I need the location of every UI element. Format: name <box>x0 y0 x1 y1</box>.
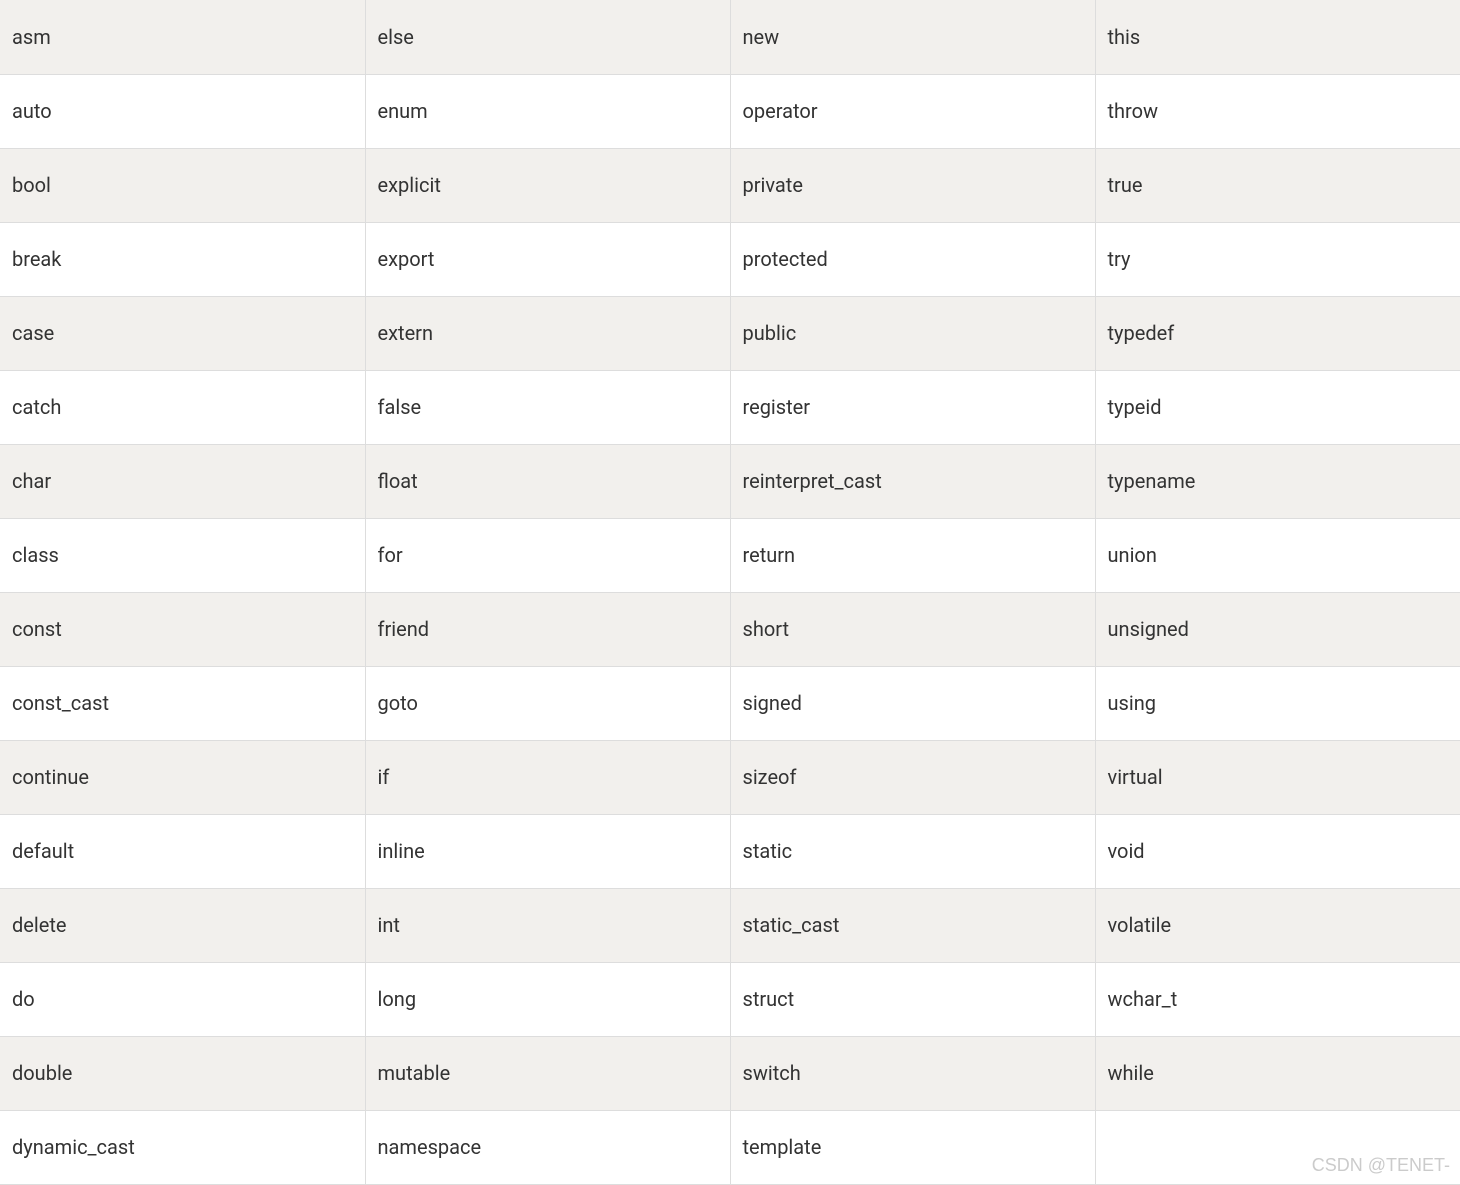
table-row: break export protected try <box>0 222 1460 296</box>
table-row: const_cast goto signed using <box>0 666 1460 740</box>
table-row: default inline static void <box>0 814 1460 888</box>
table-cell: for <box>365 518 730 592</box>
table-cell: static <box>730 814 1095 888</box>
table-cell: short <box>730 592 1095 666</box>
table-row: class for return union <box>0 518 1460 592</box>
table-cell: wchar_t <box>1095 962 1460 1036</box>
table-row: double mutable switch while <box>0 1036 1460 1110</box>
table-cell: int <box>365 888 730 962</box>
table-cell: long <box>365 962 730 1036</box>
table-cell: explicit <box>365 148 730 222</box>
table-cell: this <box>1095 0 1460 74</box>
table-row: do long struct wchar_t <box>0 962 1460 1036</box>
table-cell: while <box>1095 1036 1460 1110</box>
table-cell: volatile <box>1095 888 1460 962</box>
table-cell: bool <box>0 148 365 222</box>
table-cell: false <box>365 370 730 444</box>
table-cell: const <box>0 592 365 666</box>
table-cell: extern <box>365 296 730 370</box>
table-cell: static_cast <box>730 888 1095 962</box>
table-cell: virtual <box>1095 740 1460 814</box>
table-cell: delete <box>0 888 365 962</box>
table-cell: public <box>730 296 1095 370</box>
table-cell: using <box>1095 666 1460 740</box>
table-cell: else <box>365 0 730 74</box>
table-cell: new <box>730 0 1095 74</box>
table-cell: template <box>730 1110 1095 1184</box>
table-cell: if <box>365 740 730 814</box>
table-cell: try <box>1095 222 1460 296</box>
table-cell: continue <box>0 740 365 814</box>
table-cell: typedef <box>1095 296 1460 370</box>
table-row: dynamic_cast namespace template <box>0 1110 1460 1184</box>
table-cell: goto <box>365 666 730 740</box>
table-body: asm else new this auto enum operator thr… <box>0 0 1460 1184</box>
table-cell: unsigned <box>1095 592 1460 666</box>
table-cell: signed <box>730 666 1095 740</box>
table-row: auto enum operator throw <box>0 74 1460 148</box>
table-row: char float reinterpret_cast typename <box>0 444 1460 518</box>
table-row: asm else new this <box>0 0 1460 74</box>
table-row: bool explicit private true <box>0 148 1460 222</box>
table-cell: class <box>0 518 365 592</box>
table-row: case extern public typedef <box>0 296 1460 370</box>
table-cell: do <box>0 962 365 1036</box>
table-cell: friend <box>365 592 730 666</box>
table-cell: mutable <box>365 1036 730 1110</box>
table-cell: return <box>730 518 1095 592</box>
table-cell: typeid <box>1095 370 1460 444</box>
table-cell: true <box>1095 148 1460 222</box>
table-cell: case <box>0 296 365 370</box>
table-cell: operator <box>730 74 1095 148</box>
table-cell: reinterpret_cast <box>730 444 1095 518</box>
table-row: const friend short unsigned <box>0 592 1460 666</box>
keywords-table: asm else new this auto enum operator thr… <box>0 0 1460 1185</box>
table-cell: union <box>1095 518 1460 592</box>
table-cell: break <box>0 222 365 296</box>
table-cell: inline <box>365 814 730 888</box>
table-cell: float <box>365 444 730 518</box>
table-cell: auto <box>0 74 365 148</box>
table-cell: register <box>730 370 1095 444</box>
table-cell: typename <box>1095 444 1460 518</box>
table-cell: catch <box>0 370 365 444</box>
table-cell: const_cast <box>0 666 365 740</box>
table-cell: switch <box>730 1036 1095 1110</box>
table-cell: struct <box>730 962 1095 1036</box>
table-row: continue if sizeof virtual <box>0 740 1460 814</box>
table-cell: export <box>365 222 730 296</box>
table-row: catch false register typeid <box>0 370 1460 444</box>
table-cell: sizeof <box>730 740 1095 814</box>
table-cell: namespace <box>365 1110 730 1184</box>
table-row: delete int static_cast volatile <box>0 888 1460 962</box>
table-cell: dynamic_cast <box>0 1110 365 1184</box>
table-cell: char <box>0 444 365 518</box>
table-cell: double <box>0 1036 365 1110</box>
table-cell: enum <box>365 74 730 148</box>
table-cell <box>1095 1110 1460 1184</box>
table-cell: default <box>0 814 365 888</box>
table-cell: void <box>1095 814 1460 888</box>
table-cell: asm <box>0 0 365 74</box>
table-cell: throw <box>1095 74 1460 148</box>
table-cell: protected <box>730 222 1095 296</box>
table-cell: private <box>730 148 1095 222</box>
